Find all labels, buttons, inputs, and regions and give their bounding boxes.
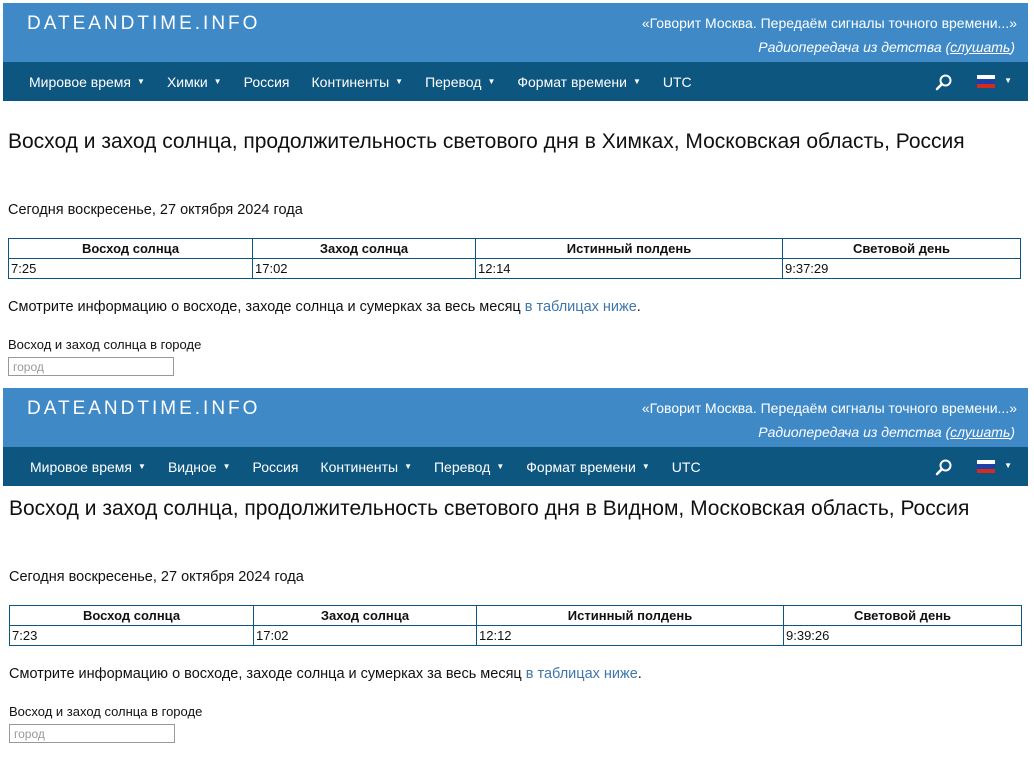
header-sunset: Заход солнца [252, 238, 476, 259]
day-length-value: 9:39:26 [783, 625, 1022, 646]
caret-down-icon: ▼ [137, 77, 145, 86]
nav-label: UTC [671, 458, 701, 475]
search-icon[interactable] [935, 73, 953, 91]
page-title: Восход и заход солнца, продолжительность… [9, 497, 970, 520]
tables-below-link[interactable]: в таблицах ниже [525, 299, 637, 315]
sunset-value: 17:02 [253, 625, 477, 646]
sunset-value: 17:02 [252, 258, 476, 279]
caret-down-icon: ▼ [496, 462, 505, 471]
header-sunrise: Восход солнца [8, 238, 253, 259]
day-length-value: 9:37:29 [782, 258, 1021, 279]
nav-time-format[interactable]: Формат времени ▼ [515, 459, 661, 475]
caret-down-icon: ▼ [641, 462, 650, 471]
nav-label: Формат времени [526, 458, 636, 475]
nav-city[interactable]: Видное ▼ [157, 459, 242, 475]
nav-country[interactable]: Россия [242, 459, 310, 475]
caret-down-icon[interactable]: ▼ [1004, 461, 1012, 470]
subquote-text: Радиопередача из детства ( [758, 39, 951, 55]
header-day-length: Световой день [782, 238, 1021, 259]
nav-country[interactable]: Россия [233, 74, 301, 90]
info-end: . [637, 666, 642, 682]
caret-down-icon[interactable]: ▼ [1004, 76, 1012, 85]
sun-table: Восход солнца Заход солнца Истинный полд… [8, 238, 1021, 279]
nav-time-format[interactable]: Формат времени ▼ [506, 74, 652, 90]
sunrise-value: 7:23 [9, 625, 254, 646]
nav-label: Перевод [425, 73, 482, 90]
city-search-label: Восход и заход солнца в городе [8, 337, 202, 352]
subquote-end: ) [1010, 424, 1015, 440]
caret-down-icon: ▼ [222, 462, 231, 471]
header-solar-noon: Истинный полдень [475, 238, 783, 259]
solar-noon-value: 12:14 [475, 258, 783, 279]
caret-down-icon: ▼ [395, 77, 404, 86]
russia-flag-icon[interactable] [977, 75, 995, 88]
nav-label: Мировое время [29, 73, 132, 90]
nav-label: UTC [662, 73, 692, 90]
header-subquote: Радиопередача из детства (слушать) [758, 424, 1015, 440]
info-text: Смотрите информацию о восходе, заходе со… [9, 666, 642, 682]
subquote-text: Радиопередача из детства ( [758, 424, 951, 440]
site-header: DATEANDTIME.INFO «Говорит Москва. Переда… [3, 388, 1028, 447]
city-search-label: Восход и заход солнца в городе [9, 704, 203, 719]
nav-utc[interactable]: UTC [661, 459, 712, 475]
site-logo[interactable]: DATEANDTIME.INFO [27, 398, 260, 420]
nav-label: Континенты [320, 458, 399, 475]
today-date: Сегодня воскресенье, 27 октября 2024 год… [9, 569, 304, 585]
city-search-input[interactable] [8, 357, 174, 376]
header-solar-noon: Истинный полдень [476, 605, 784, 626]
site-header: DATEANDTIME.INFO «Говорит Москва. Переда… [3, 3, 1028, 62]
nav-label: Россия [243, 73, 290, 90]
search-icon[interactable] [935, 458, 953, 476]
nav-label: Видное [167, 458, 217, 475]
nav-world-time[interactable]: Мировое время ▼ [18, 74, 156, 90]
info-end: . [636, 299, 641, 315]
header-sunrise: Восход солнца [9, 605, 254, 626]
caret-down-icon: ▼ [632, 77, 641, 86]
sunrise-value: 7:25 [8, 258, 253, 279]
nav-label: Химки [166, 73, 208, 90]
table-header-row: Восход солнца Заход солнца Истинный полд… [8, 238, 1021, 259]
table-header-row: Восход солнца Заход солнца Истинный полд… [9, 605, 1022, 626]
nav-continents[interactable]: Континенты ▼ [309, 459, 423, 475]
nav-label: Континенты [311, 73, 390, 90]
nav-convert[interactable]: Перевод ▼ [414, 74, 506, 90]
nav-label: Мировое время [30, 458, 133, 475]
table-row: 7:25 17:02 12:14 9:37:29 [8, 258, 1021, 279]
subquote-end: ) [1010, 39, 1015, 55]
nav-label: Россия [252, 458, 299, 475]
site-logo[interactable]: DATEANDTIME.INFO [27, 13, 260, 35]
main-nav: Мировое время ▼ Видное ▼ Россия Континенты… [3, 447, 1028, 486]
info-text: Смотрите информацию о восходе, заходе со… [8, 299, 641, 315]
caret-down-icon: ▼ [487, 77, 496, 86]
caret-down-icon: ▼ [138, 462, 146, 471]
nav-continents[interactable]: Континенты ▼ [301, 74, 415, 90]
nav-convert[interactable]: Перевод ▼ [423, 459, 515, 475]
table-row: 7:23 17:02 12:12 9:39:26 [9, 625, 1022, 646]
nav-world-time[interactable]: Мировое время ▼ [19, 459, 157, 475]
russia-flag-icon[interactable] [977, 460, 995, 473]
header-quote: «Говорит Москва. Передаём сигналы точног… [641, 15, 1017, 31]
caret-down-icon: ▼ [213, 77, 222, 86]
header-subquote: Радиопередача из детства (слушать) [758, 39, 1015, 55]
listen-link[interactable]: слушать [950, 39, 1010, 55]
main-nav: Мировое время ▼ Химки ▼ Россия Континенты ▼… [3, 62, 1028, 101]
info-label: Смотрите информацию о восходе, заходе со… [8, 299, 525, 315]
listen-link[interactable]: слушать [950, 424, 1010, 440]
tables-below-link[interactable]: в таблицах ниже [526, 666, 638, 682]
city-search-input[interactable] [9, 724, 175, 743]
caret-down-icon: ▼ [404, 462, 412, 471]
nav-label: Формат времени [517, 73, 627, 90]
header-quote: «Говорит Москва. Передаём сигналы точног… [641, 400, 1017, 416]
nav-label: Перевод [433, 458, 491, 475]
today-date: Сегодня воскресенье, 27 октября 2024 год… [8, 202, 303, 218]
sun-table: Восход солнца Заход солнца Истинный полд… [9, 605, 1022, 646]
header-sunset: Заход солнца [253, 605, 477, 626]
nav-city[interactable]: Химки ▼ [156, 74, 233, 90]
solar-noon-value: 12:12 [476, 625, 784, 646]
page-title: Восход и заход солнца, продолжительность… [8, 130, 965, 153]
info-label: Смотрите информацию о восходе, заходе со… [9, 666, 526, 682]
header-day-length: Световой день [783, 605, 1022, 626]
nav-utc[interactable]: UTC [652, 74, 703, 90]
